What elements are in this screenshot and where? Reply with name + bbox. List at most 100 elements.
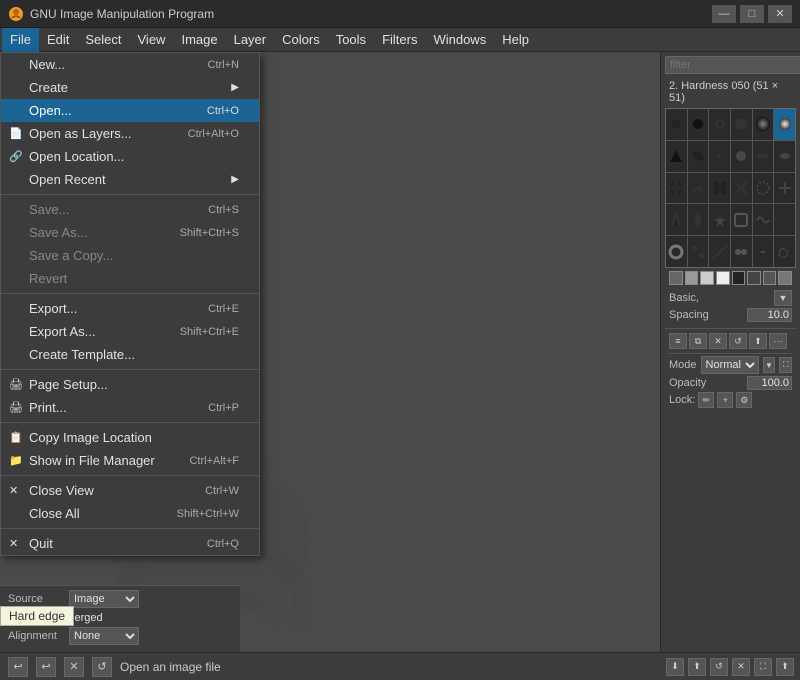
maximize-button[interactable]: □ [740, 5, 764, 23]
minimize-button[interactable]: — [712, 5, 736, 23]
alignment-select[interactable]: None [69, 627, 139, 645]
brush-cell[interactable] [753, 109, 774, 140]
menu-item-export-as[interactable]: Export As... Shift+Ctrl+E [1, 320, 259, 343]
lock-alpha-btn[interactable]: + [717, 392, 733, 408]
brush-cell[interactable]: ⬡ [774, 236, 795, 267]
brush-cell[interactable] [731, 173, 752, 204]
menu-item-open-location[interactable]: 🔗 Open Location... [1, 145, 259, 168]
layers-btn-5[interactable]: ⬆ [749, 333, 767, 349]
menu-item-close-view[interactable]: ✕ Close View Ctrl+W [1, 479, 259, 502]
menu-item-new[interactable]: New... Ctrl+N [1, 53, 259, 76]
mode-expand[interactable]: ⛶ [779, 357, 792, 373]
brush-cell[interactable] [709, 236, 730, 267]
menu-item-revert[interactable]: Revert [1, 267, 259, 290]
brush-cell[interactable] [688, 109, 709, 140]
menu-item-copy-location[interactable]: 📋 Copy Image Location [1, 426, 259, 449]
brush-cell[interactable] [666, 173, 687, 204]
menu-file[interactable]: File [2, 28, 39, 52]
brush-cell[interactable] [666, 236, 687, 267]
color-swatch-medium[interactable] [747, 271, 761, 285]
brush-cell[interactable] [731, 109, 752, 140]
menu-item-save-as[interactable]: Save As... Shift+Ctrl+S [1, 221, 259, 244]
menu-edit[interactable]: Edit [39, 28, 77, 52]
menu-item-print[interactable]: 🖨 Print... Ctrl+P [1, 396, 259, 419]
menu-item-save-copy[interactable]: Save a Copy... [1, 244, 259, 267]
menu-item-save[interactable]: Save... Ctrl+S [1, 198, 259, 221]
brush-cell[interactable] [753, 236, 774, 267]
rb-btn-2[interactable]: ⬆ [688, 658, 706, 676]
brush-cell[interactable] [753, 141, 774, 172]
redo-button[interactable]: ↩ [36, 657, 56, 677]
lock-pixel-btn[interactable]: ✏ [698, 392, 714, 408]
brush-cell[interactable] [753, 173, 774, 204]
brush-cell[interactable] [688, 236, 709, 267]
opacity-value[interactable] [747, 376, 792, 390]
menu-item-open-layers[interactable]: 📄 Open as Layers... Ctrl+Alt+O [1, 122, 259, 145]
menu-tools[interactable]: Tools [328, 28, 374, 52]
delete-button[interactable]: ✕ [64, 657, 84, 677]
color-swatch-dark[interactable] [732, 271, 746, 285]
rb-btn-4[interactable]: ✕ [732, 658, 750, 676]
color-swatch-med2[interactable] [763, 271, 777, 285]
brush-cell[interactable] [774, 173, 795, 204]
undo-button[interactable]: ↩ [8, 657, 28, 677]
menu-help[interactable]: Help [494, 28, 537, 52]
brush-cell[interactable] [688, 141, 709, 172]
menu-item-create-template[interactable]: Create Template... [1, 343, 259, 366]
brush-cell[interactable]: ✦ [709, 141, 730, 172]
refresh-button[interactable]: ↺ [92, 657, 112, 677]
close-button[interactable]: ✕ [768, 5, 792, 23]
brush-cell[interactable] [731, 204, 752, 235]
rb-btn-1[interactable]: ⬇ [666, 658, 684, 676]
color-swatch-white[interactable] [716, 271, 730, 285]
brush-cell[interactable] [731, 236, 752, 267]
rb-btn-6[interactable]: ⬆ [776, 658, 794, 676]
brush-cell[interactable] [666, 204, 687, 235]
color-swatch-lighter[interactable] [700, 271, 714, 285]
menu-select[interactable]: Select [77, 28, 129, 52]
brush-cell[interactable] [731, 141, 752, 172]
menu-item-create[interactable]: Create ▶ [1, 76, 259, 99]
menu-item-close-all[interactable]: Close All Shift+Ctrl+W [1, 502, 259, 525]
menu-windows[interactable]: Windows [425, 28, 494, 52]
layers-btn-2[interactable]: ⧉ [689, 333, 707, 349]
menu-item-open-recent[interactable]: Open Recent ▶ [1, 168, 259, 191]
brush-cell[interactable] [709, 204, 730, 235]
menu-layer[interactable]: Layer [226, 28, 275, 52]
menu-image[interactable]: Image [173, 28, 225, 52]
source-select[interactable]: Image [69, 590, 139, 608]
menu-view[interactable]: View [130, 28, 174, 52]
menu-item-quit[interactable]: ✕ Quit Ctrl+Q [1, 532, 259, 555]
menu-item-export[interactable]: Export... Ctrl+E [1, 297, 259, 320]
color-swatch-med3[interactable] [778, 271, 792, 285]
layers-btn-1[interactable]: ≡ [669, 333, 687, 349]
mode-arrow[interactable]: ▼ [763, 357, 776, 373]
menu-item-open[interactable]: Open... Ctrl+O [1, 99, 259, 122]
layers-btn-4[interactable]: ↺ [729, 333, 747, 349]
brush-filter-input[interactable] [665, 56, 800, 74]
brush-cell[interactable] [774, 141, 795, 172]
brush-cell[interactable] [709, 173, 730, 204]
rb-btn-3[interactable]: ↺ [710, 658, 728, 676]
spacing-value[interactable] [747, 308, 792, 322]
brush-cell[interactable]: 〰 [774, 204, 795, 235]
brush-cell[interactable] [774, 109, 795, 140]
category-dropdown[interactable]: ▼ [774, 290, 792, 306]
layers-btn-3[interactable]: ✕ [709, 333, 727, 349]
menu-colors[interactable]: Colors [274, 28, 328, 52]
mode-select[interactable]: Normal [701, 356, 759, 374]
brush-cell[interactable] [666, 141, 687, 172]
menu-filters[interactable]: Filters [374, 28, 425, 52]
color-swatch-gray[interactable] [669, 271, 683, 285]
menu-item-file-manager[interactable]: 📁 Show in File Manager Ctrl+Alt+F [1, 449, 259, 472]
color-swatch-light[interactable] [685, 271, 699, 285]
layers-btn-6[interactable]: ··· [769, 333, 787, 349]
brush-cell[interactable] [666, 109, 687, 140]
brush-cell[interactable] [688, 173, 709, 204]
menu-item-page-setup[interactable]: 🖨 Page Setup... [1, 373, 259, 396]
brush-cell[interactable] [753, 204, 774, 235]
brush-cell[interactable] [709, 109, 730, 140]
brush-cell[interactable] [688, 204, 709, 235]
lock-all-btn[interactable]: ⚙ [736, 392, 752, 408]
rb-btn-5[interactable]: ⛶ [754, 658, 772, 676]
